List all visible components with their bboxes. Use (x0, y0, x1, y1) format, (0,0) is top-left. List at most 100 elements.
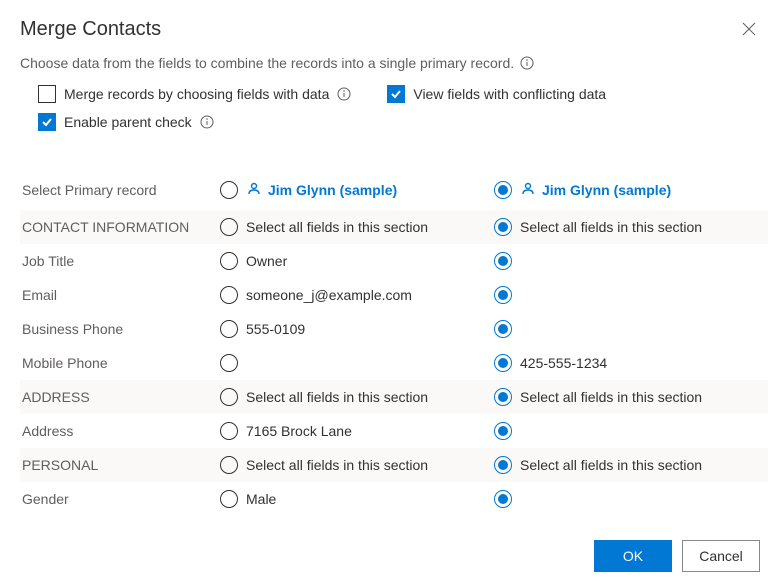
select-all-radio-1[interactable] (220, 388, 238, 406)
field-label: Mobile Phone (20, 355, 220, 371)
info-icon[interactable] (337, 87, 351, 101)
contact-icon (520, 181, 536, 200)
section-select-all-1: Select all fields in this section (220, 388, 494, 406)
field-label: Address (20, 423, 220, 439)
close-icon (742, 24, 756, 39)
checkbox-label: View fields with conflicting data (413, 86, 606, 102)
field-radio-1[interactable] (220, 422, 238, 440)
select-all-label: Select all fields in this section (246, 389, 428, 405)
record-name-text: Jim Glynn (sample) (268, 182, 397, 198)
section-title: ADDRESS (20, 389, 220, 405)
field-row: Mobile Phone 425-555-1234 (20, 346, 768, 380)
cancel-button[interactable]: Cancel (682, 540, 760, 572)
checkbox-icon (38, 85, 56, 103)
field-row: Address 7165 Brock Lane (20, 414, 768, 448)
section-select-all-2: Select all fields in this section (494, 388, 768, 406)
dialog-footer: OK Cancel (594, 540, 760, 572)
select-all-label: Select all fields in this section (246, 219, 428, 235)
dialog-header: Merge Contacts (20, 18, 760, 55)
checkbox-label: Merge records by choosing fields with da… (64, 86, 329, 102)
field-radio-1[interactable] (220, 354, 238, 372)
field-value-1: Owner (220, 252, 494, 270)
record-2-cell: Jim Glynn (sample) (494, 181, 768, 200)
field-radio-2[interactable] (494, 252, 512, 270)
checkbox-label: Enable parent check (64, 114, 192, 130)
options-row-2: Enable parent check (20, 113, 760, 131)
field-radio-2[interactable] (494, 320, 512, 338)
primary-record-row: Select Primary record Jim Glynn (sample)… (20, 170, 768, 210)
field-label: Business Phone (20, 321, 220, 337)
section-select-all-1: Select all fields in this section (220, 218, 494, 236)
section-title: PERSONAL (20, 457, 220, 473)
dialog-subtext: Choose data from the fields to combine t… (20, 55, 760, 71)
subtext-label: Choose data from the fields to combine t… (20, 55, 514, 71)
section-header: CONTACT INFORMATION Select all fields in… (20, 210, 768, 244)
select-all-radio-2[interactable] (494, 456, 512, 474)
field-text-1: 7165 Brock Lane (246, 423, 352, 439)
ok-button[interactable]: OK (594, 540, 672, 572)
field-label: Job Title (20, 253, 220, 269)
field-text-1: Owner (246, 253, 287, 269)
select-all-radio-1[interactable] (220, 218, 238, 236)
record-2-link[interactable]: Jim Glynn (sample) (520, 181, 671, 200)
close-button[interactable] (738, 18, 760, 43)
field-value-1 (220, 354, 494, 372)
record-1-cell: Jim Glynn (sample) (220, 181, 494, 200)
enable-parent-checkbox[interactable]: Enable parent check (38, 113, 214, 131)
field-row: Gender Male (20, 482, 768, 512)
field-value-1: 555-0109 (220, 320, 494, 338)
select-all-label: Select all fields in this section (520, 219, 702, 235)
select-all-radio-1[interactable] (220, 456, 238, 474)
field-text-1: someone_j@example.com (246, 287, 412, 303)
section-select-all-2: Select all fields in this section (494, 456, 768, 474)
field-value-2 (494, 252, 768, 270)
record-name-text: Jim Glynn (sample) (542, 182, 671, 198)
checkbox-icon (387, 85, 405, 103)
field-value-2 (494, 320, 768, 338)
field-radio-2[interactable] (494, 490, 512, 508)
field-row: Job Title Owner (20, 244, 768, 278)
options-row-1: Merge records by choosing fields with da… (20, 85, 760, 103)
field-label: Email (20, 287, 220, 303)
select-all-label: Select all fields in this section (246, 457, 428, 473)
field-row: Email someone_j@example.com (20, 278, 768, 312)
record-2-radio[interactable] (494, 181, 512, 199)
checkbox-icon (38, 113, 56, 131)
view-conflicts-checkbox[interactable]: View fields with conflicting data (387, 85, 606, 103)
field-radio-2[interactable] (494, 422, 512, 440)
record-1-radio[interactable] (220, 181, 238, 199)
select-all-radio-2[interactable] (494, 388, 512, 406)
dialog-title: Merge Contacts (20, 18, 161, 41)
select-all-radio-2[interactable] (494, 218, 512, 236)
field-value-1: someone_j@example.com (220, 286, 494, 304)
section-header: PERSONAL Select all fields in this secti… (20, 448, 768, 482)
primary-record-label: Select Primary record (20, 182, 220, 198)
field-radio-2[interactable] (494, 286, 512, 304)
section-select-all-2: Select all fields in this section (494, 218, 768, 236)
info-icon[interactable] (200, 115, 214, 129)
info-icon[interactable] (520, 56, 534, 70)
field-radio-1[interactable] (220, 252, 238, 270)
merge-contacts-dialog: Merge Contacts Choose data from the fiel… (0, 0, 780, 586)
field-radio-1[interactable] (220, 490, 238, 508)
field-radio-1[interactable] (220, 320, 238, 338)
field-value-1: 7165 Brock Lane (220, 422, 494, 440)
field-text-1: Male (246, 491, 276, 507)
fields-scroll-area[interactable]: Select Primary record Jim Glynn (sample)… (20, 170, 768, 512)
field-label: Gender (20, 491, 220, 507)
section-title: CONTACT INFORMATION (20, 219, 220, 235)
section-header: ADDRESS Select all fields in this sectio… (20, 380, 768, 414)
field-row: Business Phone 555-0109 (20, 312, 768, 346)
field-value-2 (494, 490, 768, 508)
field-radio-2[interactable] (494, 354, 512, 372)
field-value-2: 425-555-1234 (494, 354, 768, 372)
field-text-2: 425-555-1234 (520, 355, 607, 371)
field-text-1: 555-0109 (246, 321, 305, 337)
record-1-link[interactable]: Jim Glynn (sample) (246, 181, 397, 200)
field-value-2 (494, 422, 768, 440)
merge-by-fields-checkbox[interactable]: Merge records by choosing fields with da… (38, 85, 351, 103)
select-all-label: Select all fields in this section (520, 389, 702, 405)
field-radio-1[interactable] (220, 286, 238, 304)
select-all-label: Select all fields in this section (520, 457, 702, 473)
field-value-1: Male (220, 490, 494, 508)
